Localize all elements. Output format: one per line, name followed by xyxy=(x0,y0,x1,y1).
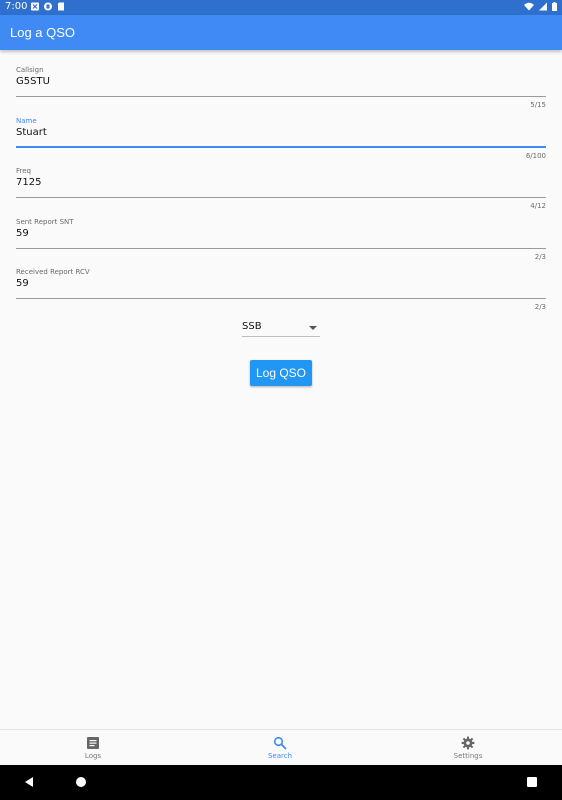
callsign-input[interactable]: G5STU xyxy=(16,76,50,87)
nav-item-settings[interactable]: Settings xyxy=(408,730,528,766)
name-underline xyxy=(16,146,546,148)
list-icon xyxy=(87,737,99,749)
mode-dropdown[interactable]: SSB xyxy=(242,321,320,337)
page-title: Log a QSO xyxy=(10,25,76,40)
received-report-underline xyxy=(16,298,546,299)
notification-app-icon xyxy=(44,2,52,11)
nav-label-logs: Logs xyxy=(84,752,102,760)
back-icon[interactable] xyxy=(25,777,33,787)
notification-x-icon xyxy=(31,2,39,11)
name-counter: 6/100 xyxy=(525,152,546,160)
freq-label: Freq xyxy=(16,167,31,175)
notification-icons xyxy=(31,2,65,11)
nav-item-logs[interactable]: Logs xyxy=(33,730,153,766)
dropdown-arrow-icon xyxy=(309,326,317,330)
freq-underline xyxy=(16,197,546,198)
search-icon xyxy=(273,736,287,750)
received-report-counter: 2/3 xyxy=(534,303,546,311)
callsign-label: Callsign xyxy=(16,66,44,74)
battery-icon xyxy=(552,2,557,11)
name-label: Name xyxy=(16,117,37,125)
nav-item-search[interactable]: Search xyxy=(220,730,340,766)
system-navigation-bar xyxy=(0,765,562,800)
system-status-icons xyxy=(524,2,557,11)
home-icon[interactable] xyxy=(76,777,86,787)
log-qso-button[interactable]: Log QSO xyxy=(250,360,312,386)
callsign-underline xyxy=(16,96,546,97)
app-bar: Log a QSO xyxy=(0,15,562,50)
received-report-label: Received Report RCV xyxy=(16,268,90,276)
sent-report-counter: 2/3 xyxy=(534,253,546,261)
mode-selected-value: SSB xyxy=(242,321,262,332)
sd-card-icon xyxy=(58,2,64,11)
freq-counter: 4/12 xyxy=(530,202,546,210)
sent-report-label: Sent Report SNT xyxy=(16,218,74,226)
nav-label-settings: Settings xyxy=(453,752,483,760)
status-bar: 7:00 xyxy=(0,0,562,15)
recents-icon[interactable] xyxy=(527,777,537,787)
callsign-counter: 5/15 xyxy=(530,101,546,109)
mode-underline xyxy=(242,336,320,337)
signal-icon xyxy=(539,2,547,11)
sent-report-input[interactable]: 59 xyxy=(16,228,29,239)
received-report-input[interactable]: 59 xyxy=(16,278,29,289)
status-time: 7:00 xyxy=(5,1,28,12)
wifi-icon xyxy=(524,2,534,11)
name-input[interactable]: Stuart xyxy=(16,127,47,138)
sent-report-underline xyxy=(16,248,546,249)
gear-icon xyxy=(461,736,475,750)
nav-label-search: Search xyxy=(267,752,293,760)
bottom-navigation: Logs Search Settings xyxy=(0,729,562,766)
freq-input[interactable]: 7125 xyxy=(16,177,41,188)
